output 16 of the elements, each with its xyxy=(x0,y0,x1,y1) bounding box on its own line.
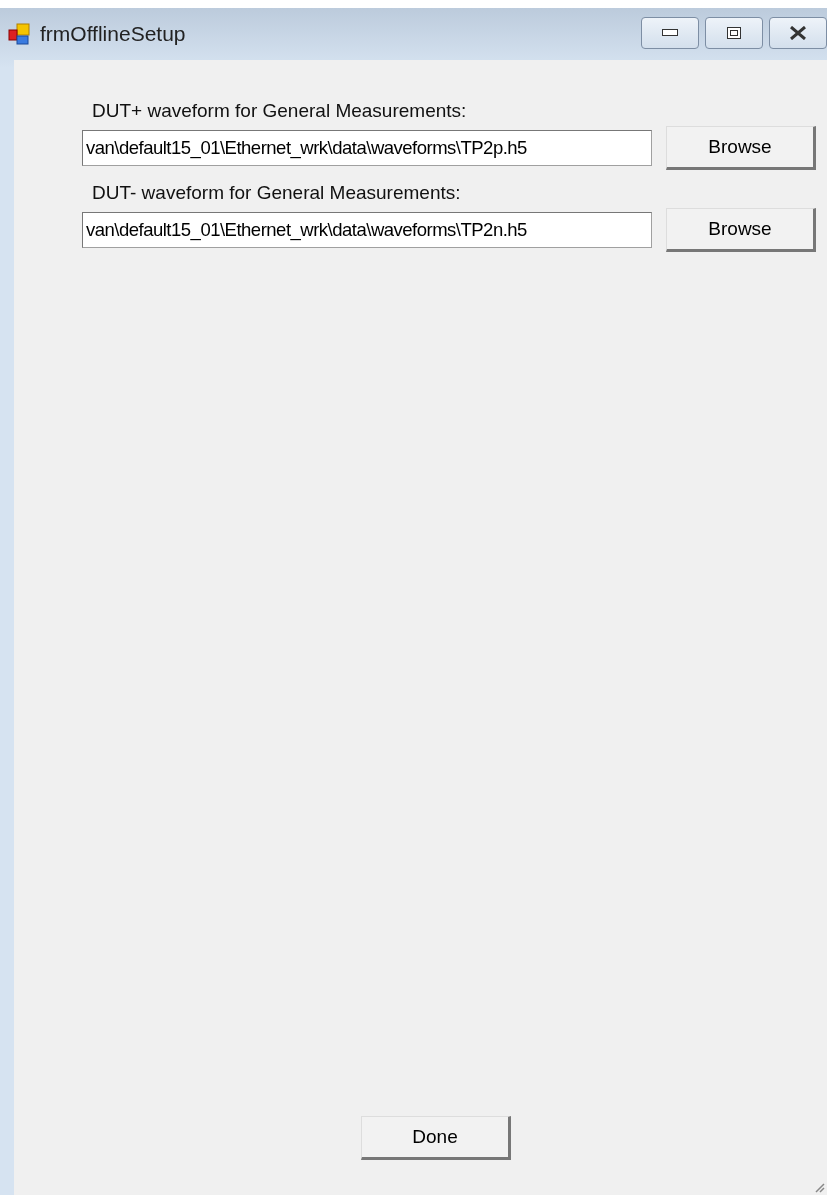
minimize-icon xyxy=(662,29,678,37)
close-button[interactable] xyxy=(769,17,827,49)
window-title: frmOfflineSetup xyxy=(40,22,187,46)
browse-button[interactable]: Browse xyxy=(666,208,816,252)
path-field[interactable]: van\default15_01\Ethernet_wrk\data\waveforms\TP2p.h5 xyxy=(82,130,652,166)
minimize-button[interactable] xyxy=(641,17,699,49)
path-field[interactable]: van\default15_01\Ethernet_wrk\data\waveforms\TP2n.h5 xyxy=(82,212,652,248)
done-button[interactable]: Done xyxy=(361,1116,511,1160)
maximize-button[interactable] xyxy=(705,17,763,49)
field-label: DUT+ waveform for General Measurements: xyxy=(92,100,468,122)
field-label: DUT- waveform for General Measurements: xyxy=(92,182,462,204)
resize-grip-icon[interactable] xyxy=(813,1181,825,1193)
app-icon xyxy=(8,23,30,45)
browse-button[interactable]: Browse xyxy=(666,126,816,170)
close-icon xyxy=(789,26,807,40)
restore-icon xyxy=(727,27,741,39)
